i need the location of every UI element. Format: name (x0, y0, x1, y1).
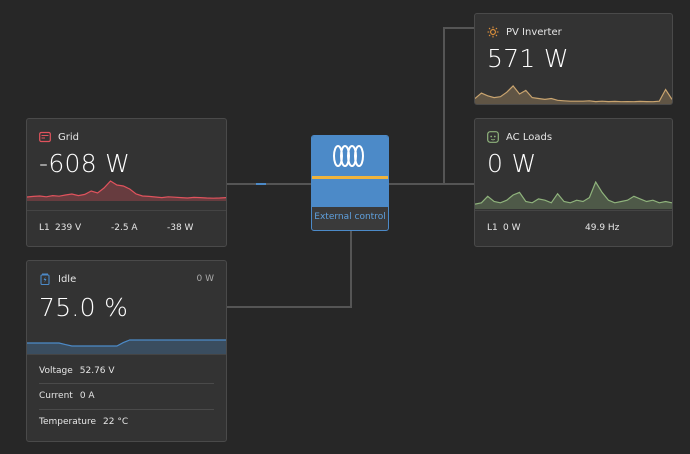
battery-temperature-row: Temperature 22 °C (39, 417, 128, 427)
battery-voltage: 52.76 V (79, 366, 115, 376)
loads-phase-label: L1 (487, 223, 498, 233)
wire-flow-indicator (256, 183, 266, 185)
grid-phase-power: -38 W (167, 223, 194, 233)
sun-icon (487, 26, 499, 38)
grid-card[interactable]: Grid -608 W L1 239 V -2.5 A -38 W (26, 118, 227, 247)
pv-power-value: 571 W (487, 44, 569, 73)
wire-pv-vertical (443, 27, 445, 184)
loads-card-header: AC Loads (487, 131, 552, 143)
wire-inverter-battery-horizontal (226, 306, 352, 308)
wire-grid-inverter (226, 183, 312, 185)
grid-voltage: 239 V (55, 223, 82, 233)
battery-icon (40, 273, 50, 285)
outlet-icon (487, 131, 499, 143)
battery-voltage-label: Voltage (39, 366, 73, 376)
battery-temperature: 22 °C (103, 417, 129, 427)
grid-power-value: -608 W (39, 149, 131, 178)
ac-loads-card[interactable]: AC Loads 0 W L1 0 W 49.9 Hz (474, 118, 673, 247)
grid-divider (27, 210, 226, 211)
pv-power-sparkline (475, 84, 672, 104)
grid-current: -2.5 A (111, 223, 138, 233)
grid-power-sparkline (27, 180, 226, 201)
inverter-card[interactable]: External control (311, 135, 389, 231)
loads-divider (475, 210, 672, 211)
battery-divider (27, 354, 226, 355)
inverter-mode-label: External control (314, 212, 386, 222)
battery-temperature-label: Temperature (39, 417, 97, 427)
grid-phase-label: L1 (39, 223, 50, 233)
battery-soc-value: 75.0 % (39, 293, 129, 322)
loads-power-value: 0 W (487, 149, 537, 178)
loads-title: AC Loads (506, 131, 553, 143)
wire-pv-horizontal (443, 27, 475, 29)
battery-soc-sparkline (27, 339, 226, 354)
battery-sparkline-area (27, 340, 226, 354)
loads-power-sparkline (475, 181, 672, 209)
grid-meter-icon (39, 131, 51, 143)
battery-state: Idle (58, 273, 77, 285)
battery-power: 0 W (196, 274, 215, 284)
victron-logo-icon (333, 145, 364, 167)
grid-card-header: Grid (39, 131, 79, 143)
pv-card-header: PV Inverter (487, 26, 562, 38)
battery-divider-2 (39, 383, 214, 384)
loads-frequency: 49.9 Hz (585, 223, 620, 233)
pv-title: PV Inverter (506, 26, 562, 38)
battery-card-header: Idle (39, 273, 76, 285)
battery-divider-3 (39, 409, 214, 410)
pv-inverter-card[interactable]: PV Inverter 571 W (474, 13, 673, 105)
battery-current-row: Current 0 A (39, 391, 95, 401)
grid-title: Grid (58, 131, 79, 143)
grid-phase-row: L1 239 V -2.5 A -38 W (39, 223, 193, 233)
battery-voltage-row: Voltage 52.76 V (39, 366, 115, 376)
inverter-logo-block (312, 136, 388, 176)
battery-card[interactable]: Idle 0 W 75.0 % Voltage 52.76 V Current … (26, 260, 227, 442)
wire-inverter-loads (388, 183, 475, 185)
battery-current: 0 A (79, 391, 95, 401)
wire-inverter-battery-vertical (350, 230, 352, 308)
inverter-body (312, 179, 388, 207)
loads-phase-power: 0 W (503, 223, 521, 233)
battery-current-label: Current (39, 391, 73, 401)
loads-phase-row: L1 0 W 49.9 Hz (487, 223, 619, 233)
loads-sparkline-area (475, 182, 672, 209)
